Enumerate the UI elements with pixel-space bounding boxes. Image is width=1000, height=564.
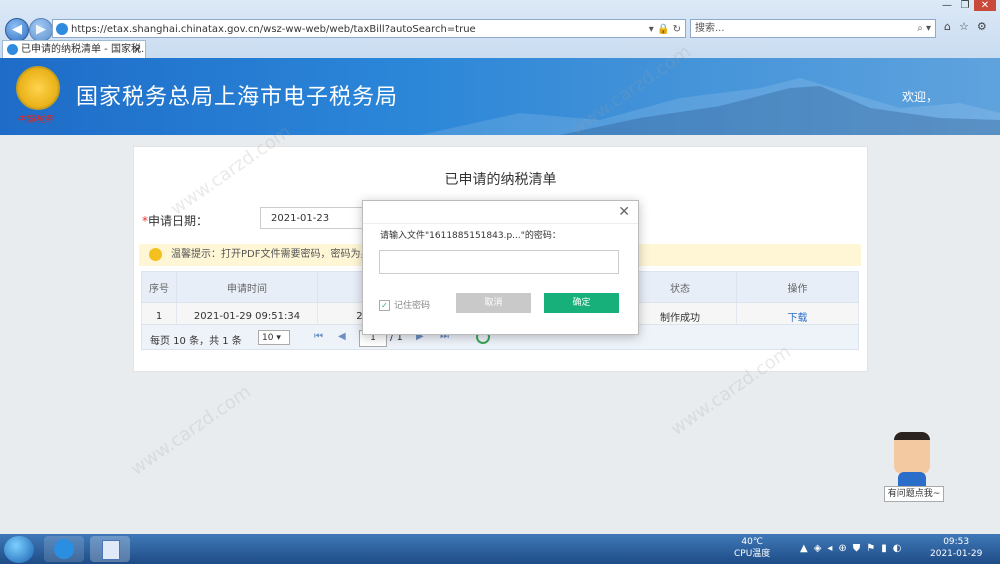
taskbar-ie[interactable] — [44, 536, 84, 562]
assistant-avatar-icon — [894, 432, 930, 474]
info-icon — [149, 248, 162, 261]
clock-time: 09:53 — [943, 537, 970, 547]
cpu-temp: 40℃ CPU温度 — [734, 536, 770, 560]
help-label[interactable]: 有问题点我~ — [884, 486, 944, 502]
close-icon[interactable]: ✕ — [974, 0, 996, 11]
page-size-select[interactable]: 10 ▾ — [258, 330, 290, 345]
col-header: 状态 — [623, 271, 737, 303]
back-button[interactable]: ◀ — [5, 18, 29, 42]
tab-close-icon[interactable]: × — [133, 41, 141, 58]
lock-refresh-icons[interactable]: ▾ 🔒 ↻ — [649, 20, 681, 37]
window-controls: — ❐ ✕ — [938, 0, 996, 11]
date-label-text: 申请日期： — [148, 214, 209, 228]
taskbar-app[interactable] — [90, 536, 130, 562]
ie-icon — [54, 539, 74, 559]
emblem-caption: 中国税务 — [17, 115, 54, 125]
first-page-icon[interactable]: ⏮ — [314, 331, 323, 342]
assistant-body — [898, 472, 926, 486]
remember-password[interactable]: ✓ 记住密码 — [379, 298, 430, 311]
password-dialog: ✕ 请输入文件"1611885151843.p..."的密码： ✓ 记住密码 取消… — [362, 200, 639, 335]
remember-label: 记住密码 — [394, 301, 431, 311]
address-bar[interactable]: https://etax.shanghai.chinatax.gov.cn/ws… — [52, 19, 686, 38]
dialog-close-icon[interactable]: ✕ — [618, 204, 630, 220]
start-button[interactable] — [4, 536, 34, 563]
tab-title: 已申请的纳税清单 - 国家税... — [21, 44, 146, 55]
windows-taskbar: 40℃ CPU温度 ▲◈◂⊕⛊⚑▮◐ 09:53 2021-01-29 — [0, 534, 1000, 564]
dialog-prompt: 请输入文件"1611885151843.p..."的密码： — [380, 231, 561, 241]
cpu-temp-label: CPU温度 — [734, 549, 771, 559]
search-icon[interactable]: ⌕ ▾ — [917, 20, 931, 37]
prev-page-icon[interactable]: ◀ — [338, 331, 346, 342]
site-title: 国家税务总局上海市电子税务局 — [76, 85, 399, 110]
password-input[interactable] — [379, 250, 619, 274]
system-tray-icons[interactable]: ▲◈◂⊕⛊⚑▮◐ — [800, 543, 907, 554]
ie-icon — [56, 23, 68, 35]
minimize-icon[interactable]: — — [938, 0, 956, 11]
site-banner: 中国税务 国家税务总局上海市电子税务局 欢迎， — [0, 58, 1000, 135]
date-label: *申请日期： — [142, 212, 208, 229]
page-title: 已申请的纳税清单 — [444, 172, 557, 188]
clock[interactable]: 09:53 2021-01-29 — [930, 536, 982, 560]
clock-date: 2021-01-29 — [930, 549, 983, 559]
search-placeholder: 搜索... — [695, 23, 725, 34]
pager-summary: 每页 10 条，共 1 条 — [150, 336, 242, 347]
tab-ie-icon — [7, 44, 18, 55]
date-field[interactable]: 2021-01-23 — [260, 207, 364, 229]
remember-checkbox[interactable]: ✓ — [379, 300, 390, 311]
dialog-header: ✕ — [363, 201, 638, 224]
cpu-temp-value: 40℃ — [741, 537, 763, 547]
search-input[interactable]: 搜索... ⌕ ▾ — [690, 19, 936, 38]
maximize-icon[interactable]: ❐ — [956, 0, 974, 11]
help-assistant[interactable]: 有问题点我~ — [884, 432, 944, 502]
forward-button[interactable]: ▶ — [29, 18, 53, 42]
welcome-text: 欢迎， — [902, 90, 939, 104]
address-url: https://etax.shanghai.chinatax.gov.cn/ws… — [71, 24, 476, 35]
col-header: 申请时间 — [176, 271, 318, 303]
browser-toolbar: ◀ ▶ https://etax.shanghai.chinatax.gov.c… — [0, 0, 1000, 59]
browser-tab[interactable]: 已申请的纳税清单 - 国家税... × — [2, 40, 146, 58]
col-header: 操作 — [736, 271, 859, 303]
ok-button[interactable]: 确定 — [544, 293, 619, 313]
tax-emblem-icon — [16, 66, 60, 110]
watermark: www.carzd.com — [126, 381, 255, 480]
document-icon — [102, 540, 120, 560]
col-header: 序号 — [141, 271, 177, 303]
toolbar-icons[interactable]: ⌂☆⚙ — [944, 20, 995, 33]
cancel-button[interactable]: 取消 — [456, 293, 531, 313]
